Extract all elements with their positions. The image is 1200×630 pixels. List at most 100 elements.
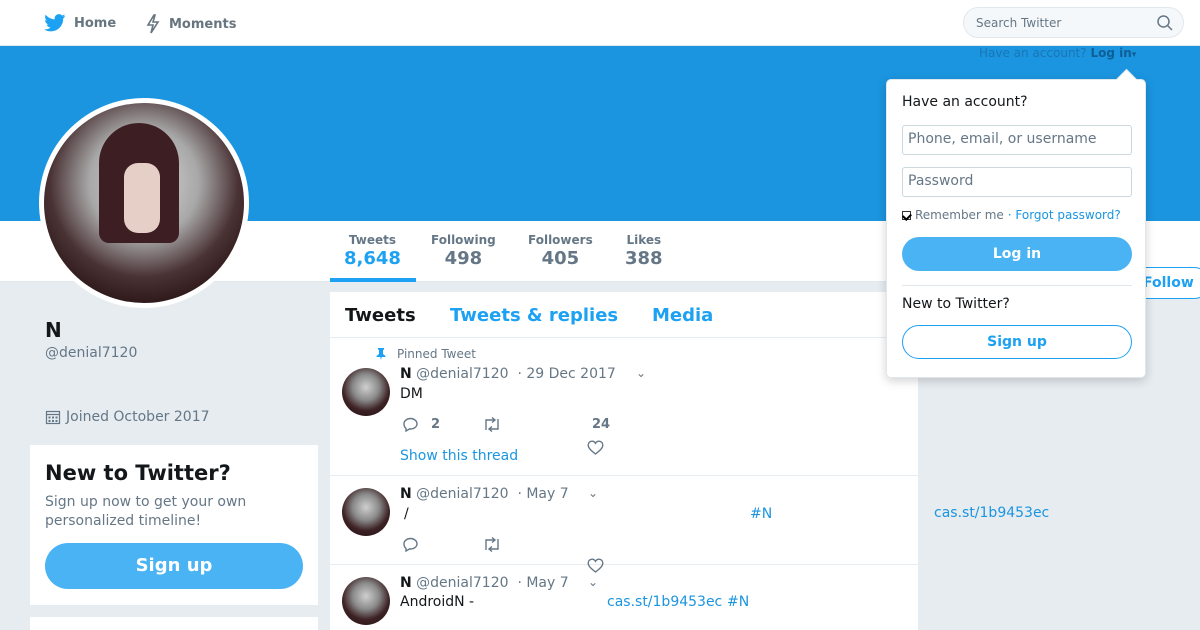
tweet-text: DM xyxy=(400,386,423,402)
like-count: 24 xyxy=(592,417,611,432)
tweet-author-handle[interactable]: @denial7120 xyxy=(416,366,508,382)
nav-moments[interactable]: Moments xyxy=(145,14,236,34)
stat-followers[interactable]: Followers 405 xyxy=(528,233,593,269)
tweet-item[interactable]: Pinned Tweet N @denial7120 · 29 Dec 2017… xyxy=(330,338,918,476)
hashtag-link[interactable]: #N xyxy=(750,506,772,522)
stat-label: Following xyxy=(431,233,496,247)
timeline: Tweets Tweets & replies Media Pinned Twe… xyxy=(330,292,918,630)
new-to-twitter-label: New to Twitter? xyxy=(902,296,1010,312)
profile-handle[interactable]: @denial7120 xyxy=(45,345,137,361)
tab-tweets[interactable]: Tweets xyxy=(345,305,416,326)
login-dropdown: Have an account? Phone, email, or userna… xyxy=(886,79,1146,378)
tweet-text: / xyxy=(404,506,409,522)
stat-value: 8,648 xyxy=(344,248,401,269)
remember-me-row: Remember me · Forgot password? xyxy=(902,208,1121,222)
search-icon[interactable] xyxy=(1157,15,1173,31)
avatar-image xyxy=(44,103,244,303)
login-prompt-text: Have an account? xyxy=(979,46,1087,60)
dropdown-divider xyxy=(902,285,1132,286)
stat-tweets[interactable]: Tweets 8,648 xyxy=(344,233,401,269)
tweet-header: N @denial7120 · 29 Dec 2017 xyxy=(400,366,616,382)
login-button[interactable]: Log in xyxy=(902,237,1132,271)
stat-value: 388 xyxy=(625,248,663,269)
tab-tweets-replies[interactable]: Tweets & replies xyxy=(450,305,618,326)
stat-value: 498 xyxy=(444,248,483,269)
pin-icon xyxy=(376,348,386,360)
chevron-down-icon[interactable]: ⌄ xyxy=(588,575,598,589)
signup-card-title: New to Twitter? xyxy=(45,461,231,485)
retweet-icon xyxy=(485,417,499,432)
tweet-avatar[interactable] xyxy=(342,368,390,416)
chevron-down-icon[interactable]: ⌄ xyxy=(636,366,646,380)
stat-label: Followers xyxy=(528,233,593,247)
stat-label: Tweets xyxy=(348,233,397,247)
lightning-icon xyxy=(146,14,160,34)
tweet-item[interactable]: N @denial7120 · May 7 ⌄ AndroidN - cas.s… xyxy=(330,565,918,630)
joined-text: Joined October 2017 xyxy=(66,409,210,425)
tweet-url-link[interactable]: cas.st/1b9453ec xyxy=(607,594,722,610)
hashtag-link[interactable]: #N xyxy=(727,594,749,610)
retweet-icon xyxy=(485,537,499,552)
search-placeholder: Search Twitter xyxy=(976,16,1062,30)
tweet-author-handle[interactable]: @denial7120 xyxy=(416,575,508,591)
nav-home-label: Home xyxy=(74,15,117,31)
search-input[interactable]: Search Twitter xyxy=(963,7,1184,38)
nav-home[interactable]: Home xyxy=(44,14,116,32)
pinned-tweet-label: Pinned Tweet xyxy=(375,347,476,361)
login-prompt[interactable]: Have an account? Log in▾ xyxy=(979,46,1136,60)
sidebar-url-link[interactable]: cas.st/1b9453ec xyxy=(934,505,1049,521)
tweet-date[interactable]: · May 7 xyxy=(517,486,568,502)
dropdown-title: Have an account? xyxy=(902,94,1028,110)
top-navigation: Home Moments Search Twitter xyxy=(0,0,1200,46)
nav-moments-label: Moments xyxy=(169,16,237,32)
tweet-date[interactable]: · May 7 xyxy=(517,575,568,591)
reply-icon xyxy=(403,417,418,432)
signup-card-button[interactable]: Sign up xyxy=(45,543,303,589)
active-stat-indicator xyxy=(330,278,416,282)
forgot-password-link[interactable]: · Forgot password? xyxy=(1008,208,1121,222)
remember-me-label[interactable]: Remember me xyxy=(915,208,1004,222)
reply-count: 2 xyxy=(431,417,441,432)
signup-button[interactable]: Sign up xyxy=(902,325,1132,359)
profile-avatar[interactable] xyxy=(39,98,249,308)
sidebar-card xyxy=(30,617,318,630)
stat-label: Likes xyxy=(626,233,662,247)
tweet-header: N @denial7120 · May 7 xyxy=(400,486,569,502)
tweet-item[interactable]: N @denial7120 · May 7 ⌄ / #N xyxy=(330,476,918,573)
joined-date: Joined October 2017 xyxy=(45,409,210,425)
tweet-avatar[interactable] xyxy=(342,577,390,625)
twitter-bird-icon xyxy=(44,14,66,32)
tab-media[interactable]: Media xyxy=(652,305,713,326)
caret-down-icon: ▾ xyxy=(1131,50,1137,60)
tweet-author-name[interactable]: N xyxy=(400,575,412,591)
reply-button[interactable] xyxy=(402,537,419,552)
password-field[interactable]: Password xyxy=(902,167,1132,197)
timeline-tabs: Tweets Tweets & replies Media xyxy=(330,292,918,338)
stat-likes[interactable]: Likes 388 xyxy=(625,233,663,269)
retweet-button[interactable] xyxy=(482,537,502,552)
pinned-label-text: Pinned Tweet xyxy=(397,347,476,361)
calendar-icon xyxy=(45,410,61,425)
tweet-author-name[interactable]: N xyxy=(400,366,412,382)
username-field[interactable]: Phone, email, or username xyxy=(902,125,1132,155)
show-thread-link[interactable]: Show this thread xyxy=(400,448,518,464)
tweet-author-handle[interactable]: @denial7120 xyxy=(416,486,508,502)
new-to-twitter-card: New to Twitter? Sign up now to get your … xyxy=(30,445,318,605)
login-link[interactable]: Log in xyxy=(1090,46,1131,60)
signup-card-text: Sign up now to get your own personalized… xyxy=(45,494,247,529)
stat-following[interactable]: Following 498 xyxy=(431,233,496,269)
tweet-header: N @denial7120 · May 7 xyxy=(400,575,569,591)
reply-button[interactable]: 2 xyxy=(402,417,440,432)
heart-icon xyxy=(587,440,604,455)
tweet-date[interactable]: · 29 Dec 2017 xyxy=(517,366,615,382)
profile-name[interactable]: N xyxy=(45,318,62,342)
stat-value: 405 xyxy=(541,248,580,269)
remember-me-checkbox[interactable] xyxy=(902,210,911,220)
tweet-author-name[interactable]: N xyxy=(400,486,412,502)
tweet-text: AndroidN - xyxy=(400,594,475,610)
chevron-down-icon[interactable]: ⌄ xyxy=(588,486,598,500)
reply-icon xyxy=(403,537,418,552)
retweet-button[interactable] xyxy=(482,417,502,432)
like-button[interactable] xyxy=(587,440,604,455)
tweet-avatar[interactable] xyxy=(342,488,390,536)
